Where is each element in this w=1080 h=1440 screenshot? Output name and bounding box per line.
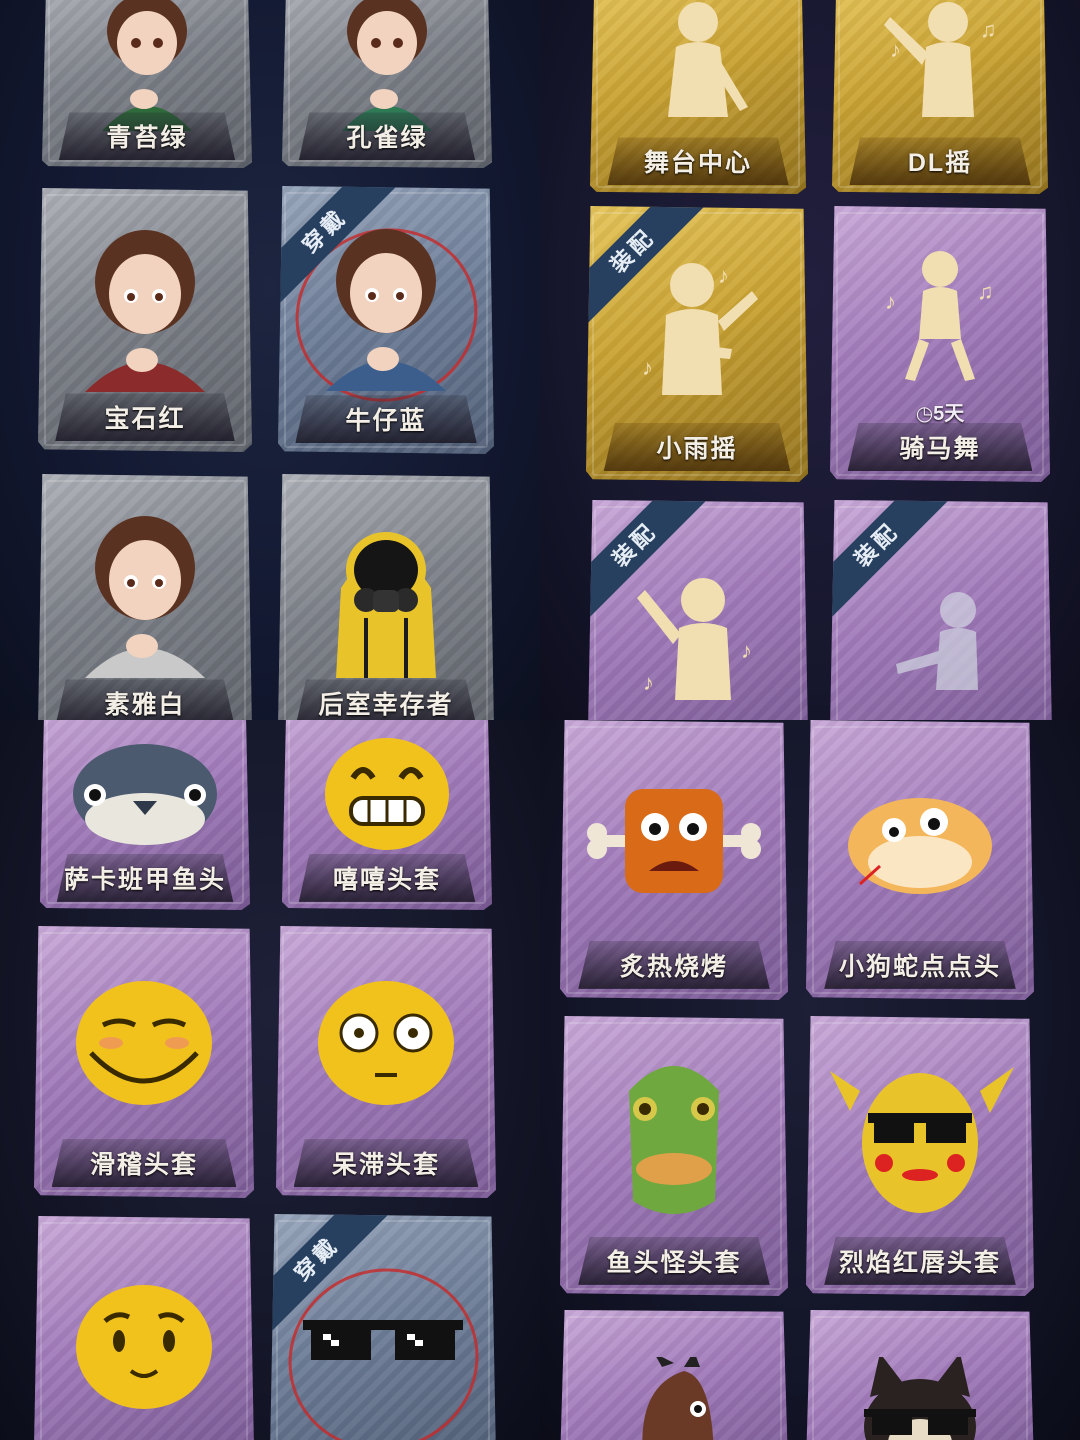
- svg-text:♫: ♫: [977, 279, 994, 304]
- outfit-card-plain-white[interactable]: 素雅白: [38, 474, 252, 720]
- pikachu-mask-icon: [806, 1027, 1034, 1245]
- card-label: DL摇: [849, 137, 1031, 186]
- head-card-dazed[interactable]: 呆滞头套: [276, 926, 496, 1198]
- svg-text:♪: ♪: [718, 263, 729, 288]
- head-card-dog-sunglasses[interactable]: [806, 1310, 1034, 1440]
- svg-text:♪: ♪: [741, 638, 752, 663]
- card-label: 后室幸存者: [295, 679, 477, 720]
- card-label: 舞台中心: [607, 137, 789, 186]
- head-card-puppy-snake[interactable]: 小狗蛇点点头: [806, 720, 1034, 1000]
- card-label: 牛仔蓝: [295, 395, 477, 444]
- emotes-panel: 舞台中心 ♪ ♫ DL摇 ♪ ♪ 装配 小雨摇 ♪ ♫ ◷5天 骑马舞 ♪ ♪ …: [540, 0, 1080, 720]
- outfit-card-denim-blue[interactable]: 穿戴 牛仔蓝: [278, 186, 494, 454]
- card-label: 宝石红: [55, 393, 235, 442]
- assembled-badge: 装配: [586, 206, 706, 326]
- head-card-hehe[interactable]: 嘻嘻头套: [282, 720, 492, 910]
- fish-mask-icon: [560, 1027, 788, 1245]
- equipped-badge: 穿戴: [278, 186, 398, 306]
- fish-head-icon: [40, 720, 250, 873]
- svg-text:♪: ♪: [642, 355, 653, 380]
- character-portrait: [38, 199, 252, 405]
- character-portrait: [38, 485, 252, 691]
- card-label: 呆滞头套: [293, 1139, 479, 1188]
- outfit-card-moss-green[interactable]: 青苔绿: [42, 0, 252, 168]
- card-label: 烈焰红唇头套: [824, 1236, 1016, 1285]
- dance-figure-icon: ♪ ♫: [832, 0, 1048, 155]
- card-label: 青苔绿: [58, 112, 236, 161]
- outfit-card-backrooms-survivor[interactable]: 后室幸存者: [278, 474, 494, 720]
- svg-text:♪: ♪: [890, 37, 901, 62]
- hazmat-portrait: [278, 485, 494, 691]
- card-label: 小雨摇: [603, 422, 791, 471]
- snake-head-icon: [806, 731, 1034, 949]
- head-card-sacabambaspis[interactable]: 萨卡班甲鱼头: [40, 720, 250, 910]
- card-label: 小狗蛇点点头: [824, 940, 1016, 989]
- card-label: 素雅白: [55, 679, 235, 720]
- smirk-emoji-icon: [34, 937, 254, 1149]
- meat-face-icon: [560, 731, 788, 949]
- emote-card-horse-dance[interactable]: ♪ ♫ ◷5天 骑马舞: [830, 206, 1050, 482]
- emote-card-xiaoyu-sway[interactable]: ♪ ♪ 装配 小雨摇: [586, 206, 808, 482]
- outfit-card-peacock-green[interactable]: 孔雀绿: [282, 0, 492, 168]
- headgear-panel-right: 炙热烧烤 小狗蛇点点头 鱼头怪头套 烈焰红唇头套: [540, 720, 1080, 1440]
- head-card-shy[interactable]: [34, 1216, 254, 1440]
- grin-emoji-icon: [282, 720, 492, 873]
- headgear-panel-left: 萨卡班甲鱼头 嘻嘻头套 滑稽头套 呆滞头套 穿戴: [0, 720, 540, 1440]
- dance-figure-icon: [590, 0, 806, 155]
- card-label: 骑马舞: [847, 422, 1033, 471]
- shy-emoji-icon: [34, 1226, 254, 1440]
- equipped-badge: 穿戴: [270, 1214, 390, 1334]
- clock-icon: ◷: [915, 403, 934, 425]
- card-label: 孔雀绿: [298, 112, 476, 161]
- card-label: 炙热烧烤: [578, 940, 770, 989]
- svg-text:♪: ♪: [885, 289, 896, 314]
- dance-figure-icon: ♪ ♫: [830, 217, 1050, 410]
- horse-head-icon: [560, 1355, 788, 1440]
- assembled-badge: 装配: [588, 500, 708, 620]
- card-label: 嘻嘻头套: [298, 853, 476, 902]
- assembled-badge: 装配: [830, 500, 950, 620]
- head-card-pixel-sunglasses[interactable]: 穿戴: [270, 1214, 496, 1440]
- head-card-fish-monster[interactable]: 鱼头怪头套: [560, 1016, 788, 1296]
- emote-card-stage-center[interactable]: 舞台中心: [590, 0, 806, 194]
- head-card-horse[interactable]: [560, 1310, 788, 1440]
- outfit-card-gem-red[interactable]: 宝石红: [38, 188, 252, 452]
- head-card-funny[interactable]: 滑稽头套: [34, 926, 254, 1198]
- card-label: 鱼头怪头套: [578, 1236, 770, 1285]
- duration-remaining: ◷5天: [915, 403, 965, 425]
- svg-text:♪: ♪: [643, 670, 654, 695]
- head-card-hot-bbq[interactable]: 炙热烧烤: [560, 720, 788, 1000]
- emote-card-equipped-2[interactable]: 装配: [830, 500, 1052, 720]
- emote-card-dl-sway[interactable]: ♪ ♫ DL摇: [832, 0, 1048, 194]
- card-label: 萨卡班甲鱼头: [56, 853, 234, 902]
- dazed-emoji-icon: [276, 937, 496, 1149]
- dog-head-icon: [806, 1355, 1034, 1440]
- emote-card-equipped-1[interactable]: ♪ ♪ 装配: [588, 500, 808, 720]
- head-card-red-lips[interactable]: 烈焰红唇头套: [806, 1016, 1034, 1296]
- svg-text:♫: ♫: [980, 17, 997, 42]
- outfits-panel: 青苔绿 孔雀绿 宝石红 穿戴 牛仔蓝 素雅白 后室幸存者: [0, 0, 540, 720]
- card-label: 滑稽头套: [51, 1139, 237, 1188]
